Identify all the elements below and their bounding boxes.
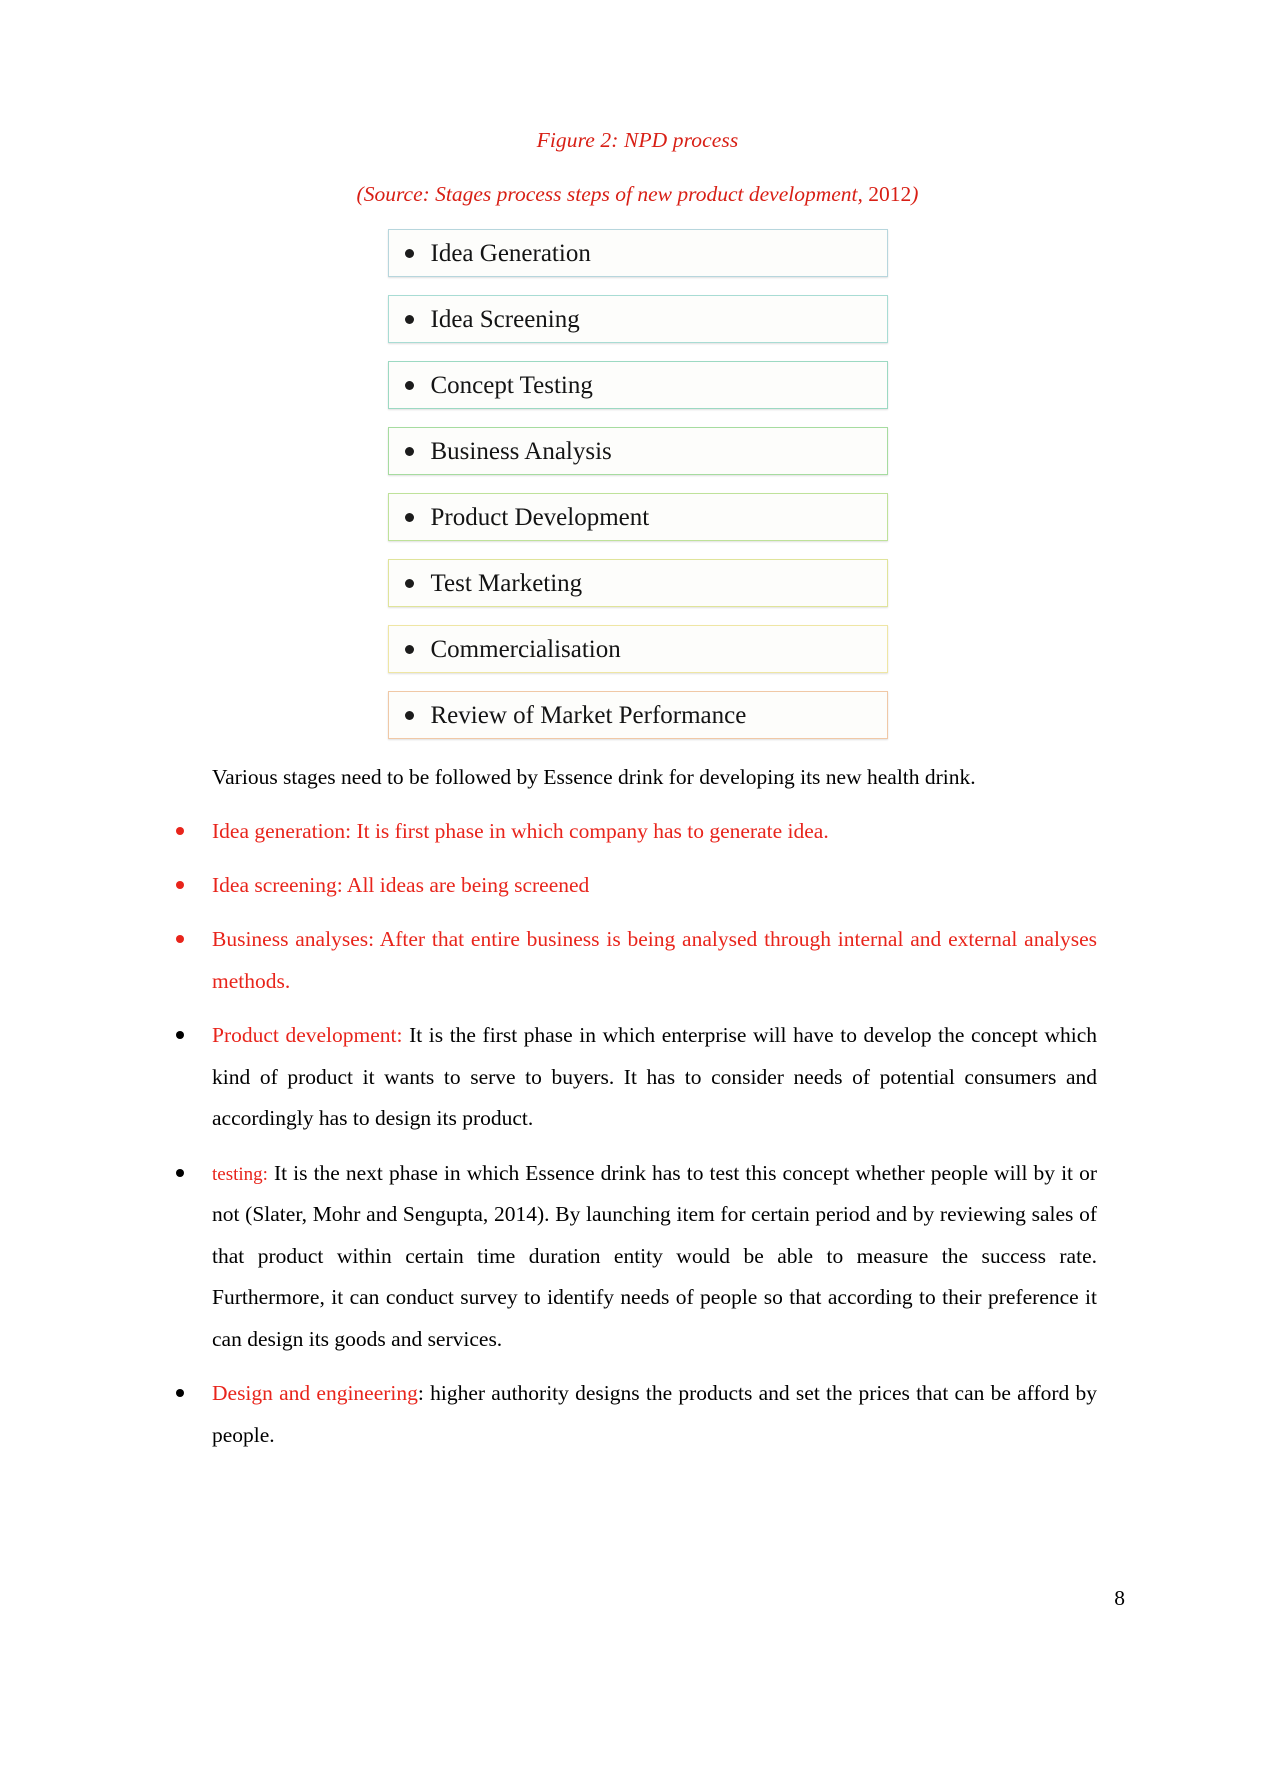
npd-stage-box: Review of Market Performance [387, 691, 888, 739]
stage-bullet-list: Idea generation: It is first phase in wh… [168, 811, 1097, 1457]
figure-source-suffix: ) [911, 181, 919, 206]
npd-stage-label: Idea Generation [430, 239, 591, 267]
npd-stage-box: Test Marketing [387, 559, 888, 607]
intro-paragraph: Various stages need to be followed by Es… [212, 765, 976, 789]
bullet-dot-icon [404, 446, 414, 456]
list-item-lead: testing: [212, 1163, 268, 1185]
bullet-dot-icon [404, 380, 414, 390]
bullet-dot-icon [176, 1031, 184, 1040]
bullet-dot-icon [404, 644, 414, 654]
list-item: Idea generation: It is first phase in wh… [168, 811, 1097, 852]
figure-source-line: (Source: Stages process steps of new pro… [0, 181, 1275, 206]
list-item-text: It is first phase in which company has t… [351, 818, 829, 843]
list-item: Business analyses: After that entire bus… [168, 919, 1097, 1002]
npd-stage-label: Test Marketing [430, 569, 583, 597]
npd-stage-label: Product Development [430, 503, 650, 531]
figure-caption-block: Figure 2: NPD process (Source: Stages pr… [0, 128, 1275, 206]
list-item-lead: Idea generation: [212, 818, 352, 843]
bullet-dot-icon [404, 512, 414, 522]
list-item-text: All ideas are being screened [342, 872, 590, 897]
figure-title: Figure 2: NPD process [536, 128, 739, 152]
npd-stage-box: Product Development [387, 493, 888, 541]
bullet-dot-icon [404, 578, 414, 588]
list-item: testing: It is the next phase in which E… [168, 1153, 1097, 1360]
list-item-lead: Design and engineering [212, 1381, 418, 1406]
list-item: Design and engineering: higher authority… [168, 1373, 1097, 1456]
bullet-dot-icon [176, 935, 184, 944]
npd-stage-label: Idea Screening [430, 305, 580, 333]
page-number: 8 [1114, 1586, 1125, 1610]
bullet-dot-icon [176, 1168, 184, 1177]
npd-stage-box: Commercialisation [387, 625, 888, 673]
bullet-dot-icon [404, 248, 414, 258]
npd-stage-box: Business Analysis [387, 427, 888, 475]
npd-stage-label: Commercialisation [430, 635, 621, 663]
list-item-lead: Idea screening: [212, 872, 343, 897]
figure-source-text: (Source: Stages process steps of new pro… [356, 181, 869, 206]
list-item: Product development: It is the first pha… [168, 1015, 1097, 1139]
npd-stage-box: Concept Testing [387, 361, 888, 409]
bullet-dot-icon [176, 826, 184, 835]
npd-process-figure: Idea Generation Idea Screening Concept T… [0, 229, 1275, 739]
list-item-lead: Product development: [212, 1023, 403, 1048]
document-page: Figure 2: NPD process (Source: Stages pr… [0, 128, 1275, 1781]
npd-stage-list: Idea Generation Idea Screening Concept T… [387, 229, 888, 739]
bullet-dot-icon [176, 1389, 184, 1398]
list-item-lead: Business analyses: [212, 927, 375, 952]
list-item-text: It is the next phase in which Essence dr… [212, 1160, 1097, 1351]
body-content: Various stages need to be followed by Es… [0, 765, 1275, 1457]
npd-stage-label: Review of Market Performance [430, 701, 747, 729]
bullet-dot-icon [404, 710, 414, 720]
npd-stage-box: Idea Screening [387, 295, 888, 343]
npd-stage-box: Idea Generation [387, 229, 888, 277]
figure-source-year: 2012 [868, 181, 912, 206]
npd-stage-label: Concept Testing [430, 371, 593, 399]
npd-stage-label: Business Analysis [430, 437, 612, 465]
bullet-dot-icon [176, 880, 184, 889]
list-item: Idea screening: All ideas are being scre… [168, 865, 1097, 906]
bullet-dot-icon [404, 314, 414, 324]
